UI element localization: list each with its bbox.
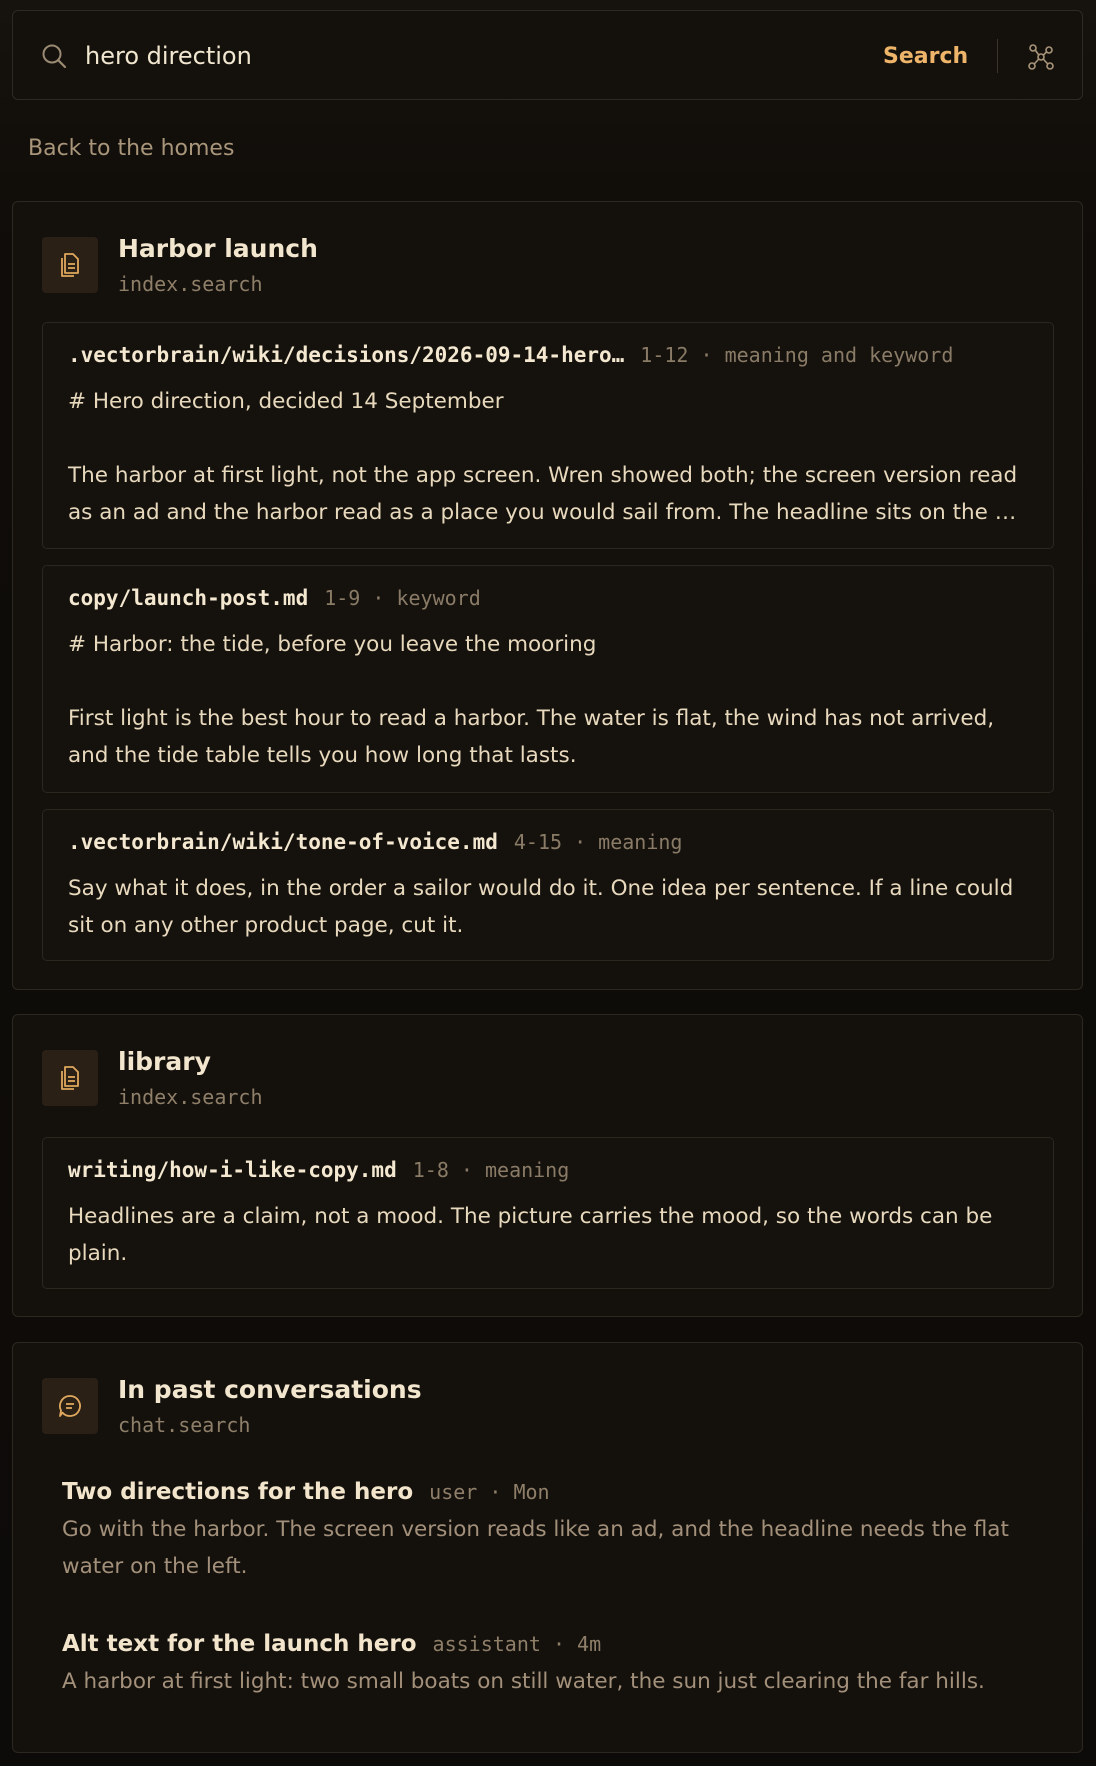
back-link[interactable]: Back to the homes	[28, 136, 234, 161]
group-title: Harbor launch	[118, 234, 318, 263]
result-group-conversations: In past conversations chat.search Two di…	[12, 1342, 1083, 1753]
group-tool: index.search	[118, 272, 263, 296]
document-icon	[42, 237, 98, 293]
result-heading: # Harbor: the tide, before you leave the…	[68, 632, 597, 657]
result-meta: 1-12 · meaning and keyword	[640, 343, 954, 367]
result-path[interactable]: writing/how-i-like-copy.md	[68, 1158, 397, 1182]
result-path[interactable]: copy/launch-post.md	[68, 586, 308, 610]
conversation-meta: user · Mon	[429, 1480, 550, 1504]
result-snippet: The harbor at first light, not the app s…	[68, 463, 1018, 525]
result-snippet: Headlines are a claim, not a mood. The p…	[68, 1204, 993, 1266]
result-item[interactable]: .vectorbrain/wiki/tone-of-voice.md 4-15 …	[42, 809, 1054, 961]
group-tool: chat.search	[118, 1413, 251, 1437]
result-snippet: Say what it does, in the order a sailor …	[68, 876, 1014, 938]
result-item[interactable]: copy/launch-post.md 1-9 · keyword # Harb…	[42, 565, 1054, 793]
result-meta: 4-15 · meaning	[513, 830, 683, 854]
conversation-item[interactable]: Alt text for the launch hero assistant ·…	[62, 1631, 1052, 1700]
conversation-item[interactable]: Two directions for the hero user · Mon G…	[62, 1479, 1052, 1585]
result-meta: 1-9 · keyword	[324, 586, 481, 610]
group-tool: index.search	[118, 1085, 263, 1109]
result-group-harbor-launch: Harbor launch index.search .vectorbrain/…	[12, 201, 1083, 990]
result-item[interactable]: .vectorbrain/wiki/decisions/2026-09-14-h…	[42, 322, 1054, 549]
result-path[interactable]: .vectorbrain/wiki/tone-of-voice.md	[68, 830, 498, 854]
document-icon	[42, 1050, 98, 1106]
conversation-title[interactable]: Two directions for the hero	[62, 1479, 413, 1505]
conversation-title[interactable]: Alt text for the launch hero	[62, 1631, 417, 1657]
conversation-meta: assistant · 4m	[432, 1632, 602, 1656]
result-group-library: library index.search writing/how-i-like-…	[12, 1014, 1083, 1317]
graph-network-icon[interactable]	[1025, 41, 1057, 73]
result-snippet: First light is the best hour to read a h…	[68, 706, 995, 768]
conversation-snippet: Go with the harbor. The screen version r…	[62, 1517, 1009, 1579]
search-button[interactable]: Search	[871, 39, 980, 73]
conversation-snippet: A harbor at first light: two small boats…	[62, 1669, 985, 1694]
result-meta: 1-8 · meaning	[412, 1158, 570, 1182]
search-input[interactable]	[85, 35, 845, 77]
group-title: library	[118, 1047, 211, 1076]
search-bar: Search	[12, 10, 1083, 100]
result-item[interactable]: writing/how-i-like-copy.md 1-8 · meaning…	[42, 1137, 1054, 1289]
group-title: In past conversations	[118, 1375, 422, 1404]
result-path[interactable]: .vectorbrain/wiki/decisions/2026-09-14-h…	[68, 343, 624, 367]
toolbar-divider	[997, 39, 998, 73]
search-icon	[42, 44, 67, 69]
result-heading: # Hero direction, decided 14 September	[68, 389, 504, 414]
chat-bubble-icon	[42, 1378, 98, 1434]
